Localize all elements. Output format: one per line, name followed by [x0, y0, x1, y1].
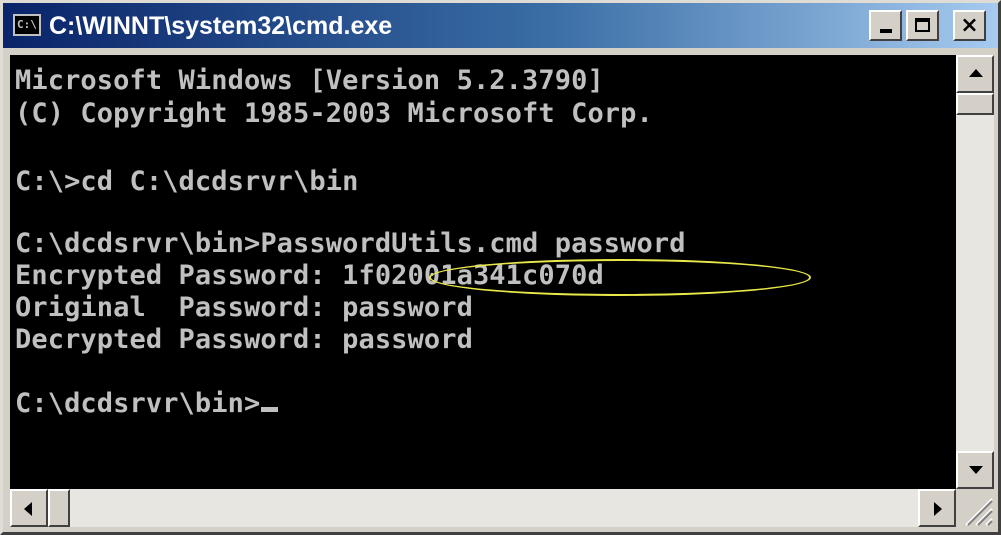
console-line: Decrypted Password: password: [15, 324, 473, 355]
scroll-left-button[interactable]: [10, 489, 48, 527]
cmd-icon[interactable]: C:\: [13, 14, 41, 36]
prompt-text: C:\dcdsrvr\bin>: [15, 388, 261, 419]
resize-grip-icon: [965, 498, 993, 526]
window-title: C:\WINNT\system32\cmd.exe: [49, 12, 393, 40]
console-line: Original Password: password: [15, 292, 473, 323]
scroll-down-button[interactable]: [956, 451, 994, 489]
scroll-right-button[interactable]: [918, 489, 956, 527]
arrow-right-icon: [934, 502, 942, 516]
console-output[interactable]: Microsoft Windows [Version 5.2.3790] (C)…: [10, 55, 956, 489]
arrow-down-icon: [969, 466, 983, 474]
console-line: Microsoft Windows [Version 5.2.3790]: [15, 65, 604, 96]
scroll-up-button[interactable]: [956, 55, 994, 93]
maximize-icon: [915, 18, 930, 32]
resize-grip[interactable]: [956, 489, 994, 527]
text-cursor: [261, 407, 279, 412]
arrow-up-icon: [969, 69, 983, 77]
close-icon: ×: [960, 13, 979, 38]
prompt-line: C:\dcdsrvr\bin>: [15, 388, 279, 420]
arrow-left-icon: [24, 502, 32, 516]
cmd-window: C:\ C:\WINNT\system32\cmd.exe × Microsof…: [0, 0, 1001, 535]
encrypted-password-highlight: [429, 259, 811, 296]
vertical-scroll-thumb[interactable]: [956, 93, 994, 115]
horizontal-scrollbar[interactable]: [10, 489, 956, 527]
title-bar[interactable]: C:\ C:\WINNT\system32\cmd.exe ×: [3, 3, 998, 48]
horizontal-scroll-thumb[interactable]: [48, 489, 70, 527]
console-line: C:\>cd C:\dcdsrvr\bin: [15, 166, 359, 197]
vertical-scrollbar[interactable]: [956, 55, 994, 489]
close-button[interactable]: ×: [953, 10, 986, 41]
cmd-icon-text: C:\: [17, 18, 37, 31]
minimize-button[interactable]: [869, 10, 902, 41]
minimize-icon: [880, 29, 892, 33]
maximize-button[interactable]: [906, 10, 939, 41]
console-line: C:\dcdsrvr\bin>PasswordUtils.cmd passwor…: [15, 228, 686, 259]
console-line: (C) Copyright 1985-2003 Microsoft Corp.: [15, 98, 653, 129]
